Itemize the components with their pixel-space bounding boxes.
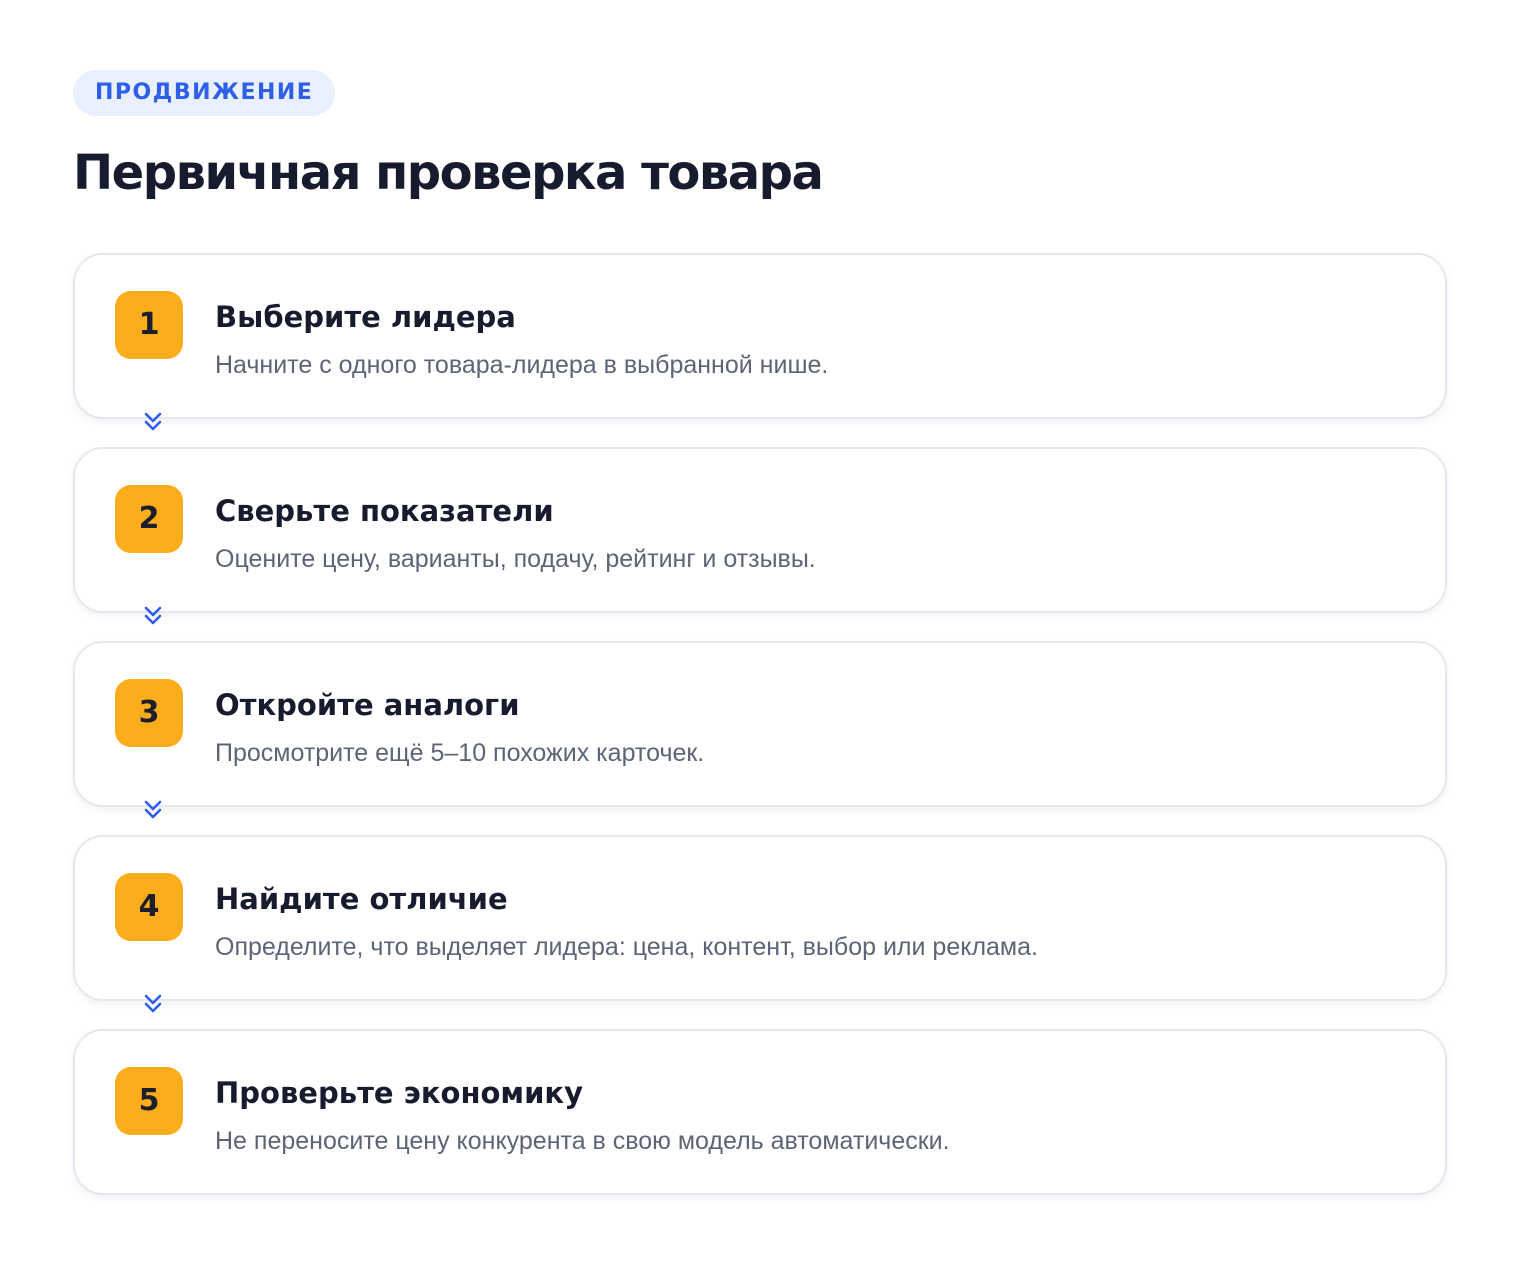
step-number-badge: 4 <box>115 873 183 941</box>
step-title: Откройте аналоги <box>215 688 520 722</box>
double-chevron-down-icon <box>144 800 162 819</box>
step-description: Просмотрите ещё 5–10 похожих карточек. <box>215 739 705 767</box>
step-number-badge: 5 <box>115 1067 183 1135</box>
step-number-badge: 2 <box>115 485 183 553</box>
category-tag: ПРОДВИЖЕНИЕ <box>73 70 336 116</box>
step-number-badge: 1 <box>115 291 183 359</box>
step-card-2: 2 Сверьте показатели Оцените цену, вариа… <box>73 447 1447 625</box>
step-description: Начните с одного товара-лидера в выбранн… <box>215 351 829 379</box>
step-description: Не переносите цену конкурента в свою мод… <box>215 1127 950 1155</box>
step-card-3: 3 Откройте аналоги Просмотрите ещё 5–10 … <box>73 641 1447 819</box>
step-title: Найдите отличие <box>215 882 508 916</box>
step-card-5: 5 Проверьте экономику Не переносите цену… <box>73 1029 1447 1195</box>
step-title: Проверьте экономику <box>215 1076 584 1110</box>
step-title: Выберите лидера <box>215 300 516 334</box>
steps-list: 1 Выберите лидера Начните с одного товар… <box>73 253 1447 1195</box>
page: ПРОДВИЖЕНИЕ Первичная проверка товара 1 … <box>73 70 1447 1195</box>
step-card-1: 1 Выберите лидера Начните с одного товар… <box>73 253 1447 431</box>
double-chevron-down-icon <box>144 606 162 625</box>
step-card-4: 4 Найдите отличие Определите, что выделя… <box>73 835 1447 1013</box>
step-title: Сверьте показатели <box>215 494 554 528</box>
double-chevron-down-icon <box>144 994 162 1013</box>
step-description: Оцените цену, варианты, подачу, рейтинг … <box>215 545 816 573</box>
step-number-badge: 3 <box>115 679 183 747</box>
step-description: Определите, что выделяет лидера: цена, к… <box>215 933 1038 961</box>
double-chevron-down-icon <box>144 412 162 431</box>
page-title: Первичная проверка товара <box>73 145 824 201</box>
